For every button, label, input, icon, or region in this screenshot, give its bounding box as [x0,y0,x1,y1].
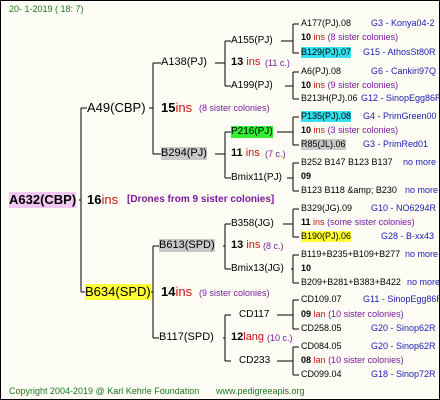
gen2-a138-note: (11 c.) [265,58,290,68]
gen1-bottom-inseminations: 14ins [161,284,193,299]
gen4-group: G10 - NO6294R [371,203,437,213]
gen2-b613-label[interactable]: B613(SPD) [159,239,215,252]
gen4-insemination: 10 ins (9 sister colonies) [301,80,399,90]
root-queen-label[interactable]: A632(CBP) [9,192,77,208]
gen4-group: G3 - Konya04-2 [371,18,435,28]
gen4-group: G4 - PrimGreen00 [363,111,437,121]
gen4-label[interactable]: B123 B118 &amp; B230 [301,185,397,196]
gen3-p216[interactable]: P216(PJ) [231,126,273,138]
gen1-top-note: (8 sister colonies) [199,103,270,113]
gen4-group: G15 - AthosSt80R [363,47,436,57]
gen4-label[interactable]: B213H(PJ).06 [301,93,358,104]
footer-copyright: Copyright 2004-2019 @ Karl Kehrle Founda… [9,386,200,396]
gen4-label[interactable]: B129(PJ).07 [301,47,352,58]
gen2-a138-label[interactable]: A138(PJ) [161,56,207,69]
gen4-label[interactable]: R85(JL).06 [301,139,346,150]
root-ins-count: 16 [87,192,102,207]
gen4-count: 10 [301,263,312,273]
gen2-b117-note: (10 c.) [267,333,293,343]
gen4-group: G28 - B-xx43 [381,231,435,241]
gen4-label[interactable]: B329(JG).09 [301,203,352,214]
gen4-insemination: 09 lan (10 sister colonies) [301,309,404,319]
gen4-label[interactable]: B209+B281+B383+B422 [301,277,401,288]
gen3-cd233[interactable]: CD233 [239,355,270,367]
gen4-label[interactable]: B190(PJ).06 [301,231,352,242]
gen3-bmix11[interactable]: Bmix11(PJ) [231,172,282,184]
gen3-b358[interactable]: B358(JG) [231,218,274,230]
gen4-label[interactable]: B119+B235+B109+B277 [301,249,400,260]
gen4-group: G18 - Sinop72R [371,369,436,379]
gen4-label[interactable]: A177(PJ).08 [301,18,351,29]
gen4-group: G6 - Cankiri97Q [371,66,437,76]
gen2-b294-note: (7 c.) [265,149,286,159]
gen2-b294-inseminations: 11 ins [231,147,260,159]
gen4-group: G20 - Sinop62R [371,341,436,351]
gen1-top-label[interactable]: A49(CBP) [87,100,146,116]
root-drone-note: [Drones from 9 sister colonies] [127,194,275,205]
gen4-no-more: no more [407,277,440,287]
gen2-a138-inseminations: 13 ins [231,56,261,68]
pedigree-chart: 20- 1-2019 ( 18: 7) A632(CBP) 16ins [Dro… [0,0,440,400]
gen2-b294-label[interactable]: B294(PJ) [161,147,207,160]
gen4-group: G20 - Sinop62R [371,323,436,333]
gen4-label[interactable]: B252 B147 B123 B137 [301,157,393,168]
gen4-label[interactable]: CD109.07 [301,294,342,305]
root-ins-word: ins [101,192,119,207]
gen1-top-inseminations: 15ins [161,100,193,115]
gen3-a199[interactable]: A199(PJ) [231,80,273,92]
gen2-b117-inseminations: 12lang [231,331,265,343]
gen4-label[interactable]: A6(PJ).08 [301,66,341,77]
gen4-insemination: 10 ins (3 sister colonies) [301,125,399,135]
gen4-label[interactable]: P135(PJ).08 [301,111,352,122]
gen1-bottom-label[interactable]: B634(SPD) [85,284,151,300]
gen4-no-more: no more [403,157,437,167]
gen4-label[interactable]: CD099.04 [301,369,342,380]
gen3-bmix13[interactable]: Bmix13(JG) [231,263,284,275]
gen4-insemination: 11 ins (some sister colonies) [301,217,415,227]
gen4-label[interactable]: CD084.05 [301,341,342,352]
gen4-insemination: 10 ins (8 sister colonies) [301,32,399,42]
gen2-b613-inseminations: 13 ins [231,239,261,251]
gen2-b613-note: (8 c.) [263,241,284,251]
gen4-group: G12 - SinopEgg86R [361,93,440,103]
gen4-insemination: 08 lan (10 sister colonies) [301,355,404,365]
gen4-label[interactable]: CD258.05 [301,323,342,334]
gen1-bottom-note: (9 sister colonies) [199,288,270,298]
gen4-count: 09 [301,171,312,181]
gen4-group: G3 - PrimRed01 [363,139,429,149]
gen4-no-more: no more [405,249,439,259]
gen4-group: G11 - SinopEgg86R [363,294,440,304]
gen3-a155[interactable]: A155(PJ) [231,35,273,47]
generated-date: 20- 1-2019 ( 18: 7) [9,4,84,14]
gen3-cd117[interactable]: CD117 [239,309,269,321]
gen2-b117-label[interactable]: B117(SPD) [159,331,214,344]
root-inseminations: 16ins [87,192,118,208]
footer-site-link[interactable]: www.pedigreeapis.org [216,386,305,397]
gen4-no-more: no more [405,185,439,195]
